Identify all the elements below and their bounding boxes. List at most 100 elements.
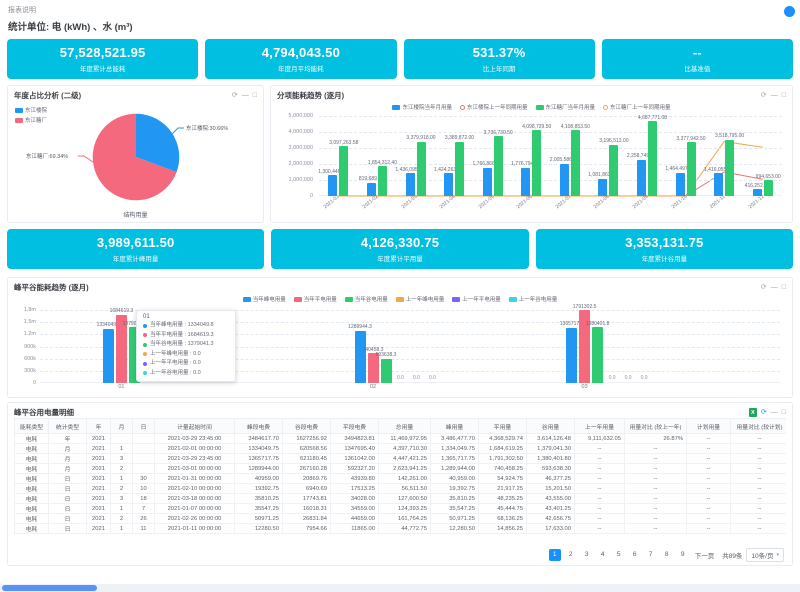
trend-bar[interactable] [725, 140, 734, 196]
trend-bar[interactable] [571, 130, 580, 196]
collapse-icon[interactable]: — [771, 284, 778, 291]
trend-bar[interactable] [378, 166, 387, 196]
legend-item[interactable]: 当年峰电用量 [243, 295, 286, 303]
table-container[interactable]: 能耗类型统计类型年月日计量起始时间峰段电费谷段电费平段电费总用量峰用量平用量谷用… [14, 418, 786, 545]
trend-bar[interactable] [521, 168, 530, 196]
page-size-select[interactable]: 10条/页▾ [746, 548, 784, 562]
table-cell: 日 [49, 524, 87, 534]
table-cell: 34559.00 [331, 504, 379, 514]
legend-item[interactable]: 东江糖厂 [15, 116, 47, 124]
pfv-bar[interactable] [592, 327, 603, 383]
page-button[interactable]: 7 [645, 549, 657, 561]
table-cell: 1 [111, 524, 133, 534]
fullscreen-icon[interactable]: □ [253, 92, 257, 99]
table-row[interactable]: 电耗日20211112021-01-11 00:00:0012280.50795… [15, 524, 787, 534]
table-row[interactable]: 电耗月202132021-03-29 23:45:001365717.75621… [15, 454, 787, 464]
table-cell: -- [731, 484, 787, 494]
refresh-icon[interactable]: ⟳ [761, 409, 767, 416]
pfv-bar[interactable] [355, 331, 366, 383]
legend-item[interactable]: 当年谷电用量 [345, 295, 388, 303]
pie-chart[interactable] [91, 112, 181, 202]
table-cell: 4,368,529.74 [479, 434, 527, 444]
trend-bar[interactable] [406, 173, 415, 196]
pfv-bar[interactable] [103, 329, 114, 383]
trend-bar[interactable] [532, 130, 541, 196]
refresh-icon[interactable]: ⟳ [761, 92, 767, 99]
bar-value-label: 3,196,513.00 [599, 138, 628, 144]
y-axis-tick: 4,000,000 [289, 129, 313, 135]
trend-bar[interactable] [483, 168, 492, 196]
table-cell: -- [731, 524, 787, 534]
collapse-icon[interactable]: — [771, 92, 778, 99]
legend-item[interactable]: 东江糖厂当年月用量 [536, 103, 596, 111]
trend-bar[interactable] [648, 121, 657, 196]
scrollbar-thumb[interactable] [2, 585, 97, 591]
table-row[interactable]: 电耗年20212021-03-29 23:45:003484617.701627… [15, 434, 787, 444]
page-button[interactable]: 6 [629, 549, 641, 561]
table-row[interactable]: 电耗月202112021-02-01 00:00:001334049.75620… [15, 444, 787, 454]
trend-bar[interactable] [687, 142, 696, 196]
legend-label: 当年峰电用量 [253, 295, 286, 303]
legend-item[interactable]: 当年平电用量 [294, 295, 337, 303]
pfv-bar[interactable] [566, 328, 577, 383]
floating-button[interactable] [784, 6, 795, 17]
page-button[interactable]: 9 [677, 549, 689, 561]
collapse-icon[interactable]: — [771, 409, 778, 416]
trend-bar[interactable] [714, 173, 723, 196]
next-page-button[interactable]: 下一页 [695, 550, 715, 560]
excel-export-icon[interactable]: X [749, 408, 757, 417]
page-button[interactable]: 2 [565, 549, 577, 561]
page-button[interactable]: 3 [581, 549, 593, 561]
pfv-bar[interactable] [381, 359, 392, 383]
table-cell: 35810.25 [235, 494, 283, 504]
trend-chart[interactable]: 1,300,446.753,097,263.582021-01819,689.0… [319, 116, 782, 196]
tooltip-row: 当年谷电用量 : 1379041.3 [143, 340, 229, 350]
legend-item[interactable]: 上一年平电用量 [452, 295, 501, 303]
horizontal-scrollbar[interactable] [0, 584, 800, 592]
page-button[interactable]: 8 [661, 549, 673, 561]
page-button[interactable]: 1 [549, 549, 561, 561]
trend-bar[interactable] [676, 173, 685, 196]
table-row[interactable]: 电耗日20212262021-02-26 00:00:0050971.25268… [15, 514, 787, 524]
table-row[interactable]: 电耗日20212102021-02-10 00:00:0019392.75694… [15, 484, 787, 494]
table-cell: 1 [111, 474, 133, 484]
table-row[interactable]: 电耗日20213182021-03-18 00:00:0035810.25177… [15, 494, 787, 504]
table-row[interactable]: 电耗月202122021-03-01 00:00:001289944.00267… [15, 464, 787, 474]
table-row[interactable]: 电耗日20211302021-01-31 00:00:0040959.00208… [15, 474, 787, 484]
trend-bar[interactable] [764, 180, 773, 196]
chevron-down-icon: ▾ [776, 552, 779, 558]
legend-item[interactable]: 上一年谷电用量 [509, 295, 558, 303]
table-cell: 26 [133, 514, 155, 524]
pfv-y-axis: 1.8m1.5m1.2m900k600k300k0 [12, 310, 38, 383]
trend-bar[interactable] [444, 173, 453, 196]
table-cell: -- [575, 514, 625, 524]
page-button[interactable]: 4 [597, 549, 609, 561]
legend-item[interactable]: 东江楼院 [15, 106, 47, 114]
trend-bar[interactable] [339, 146, 348, 196]
table-cell: -- [731, 474, 787, 484]
fullscreen-icon[interactable]: □ [782, 284, 786, 291]
table-cell: -- [731, 494, 787, 504]
trend-bar[interactable] [560, 164, 569, 196]
legend-item[interactable]: 东江楼院当年月用量 [392, 103, 452, 111]
page-button[interactable]: 5 [613, 549, 625, 561]
legend-item[interactable]: 上一年峰电用量 [396, 295, 445, 303]
fullscreen-icon[interactable]: □ [782, 92, 786, 99]
legend-item[interactable]: 东江糖厂上一年同期用量 [603, 103, 671, 111]
table-cell: 3494823.81 [331, 434, 379, 444]
fullscreen-icon[interactable]: □ [782, 409, 786, 416]
table-cell: -- [731, 454, 787, 464]
trend-bar[interactable] [494, 136, 503, 196]
trend-bar[interactable] [637, 160, 646, 196]
table-cell: 26831.84 [283, 514, 331, 524]
trend-bar[interactable] [455, 142, 464, 196]
refresh-icon[interactable]: ⟳ [232, 92, 238, 99]
table-row[interactable]: 电耗日2021172021-01-07 00:00:0035547.251601… [15, 504, 787, 514]
bar-value-label: 994,653.00 [756, 174, 781, 180]
pfv-chart[interactable]: 01 当年峰电用量 : 1334049.8当年平电用量 : 1684619.3当… [40, 310, 780, 383]
trend-bar[interactable] [417, 142, 426, 196]
trend-bar[interactable] [609, 145, 618, 196]
legend-item[interactable]: 东江楼院上一年同期用量 [460, 103, 528, 111]
collapse-icon[interactable]: — [242, 92, 249, 99]
refresh-icon[interactable]: ⟳ [761, 284, 767, 291]
